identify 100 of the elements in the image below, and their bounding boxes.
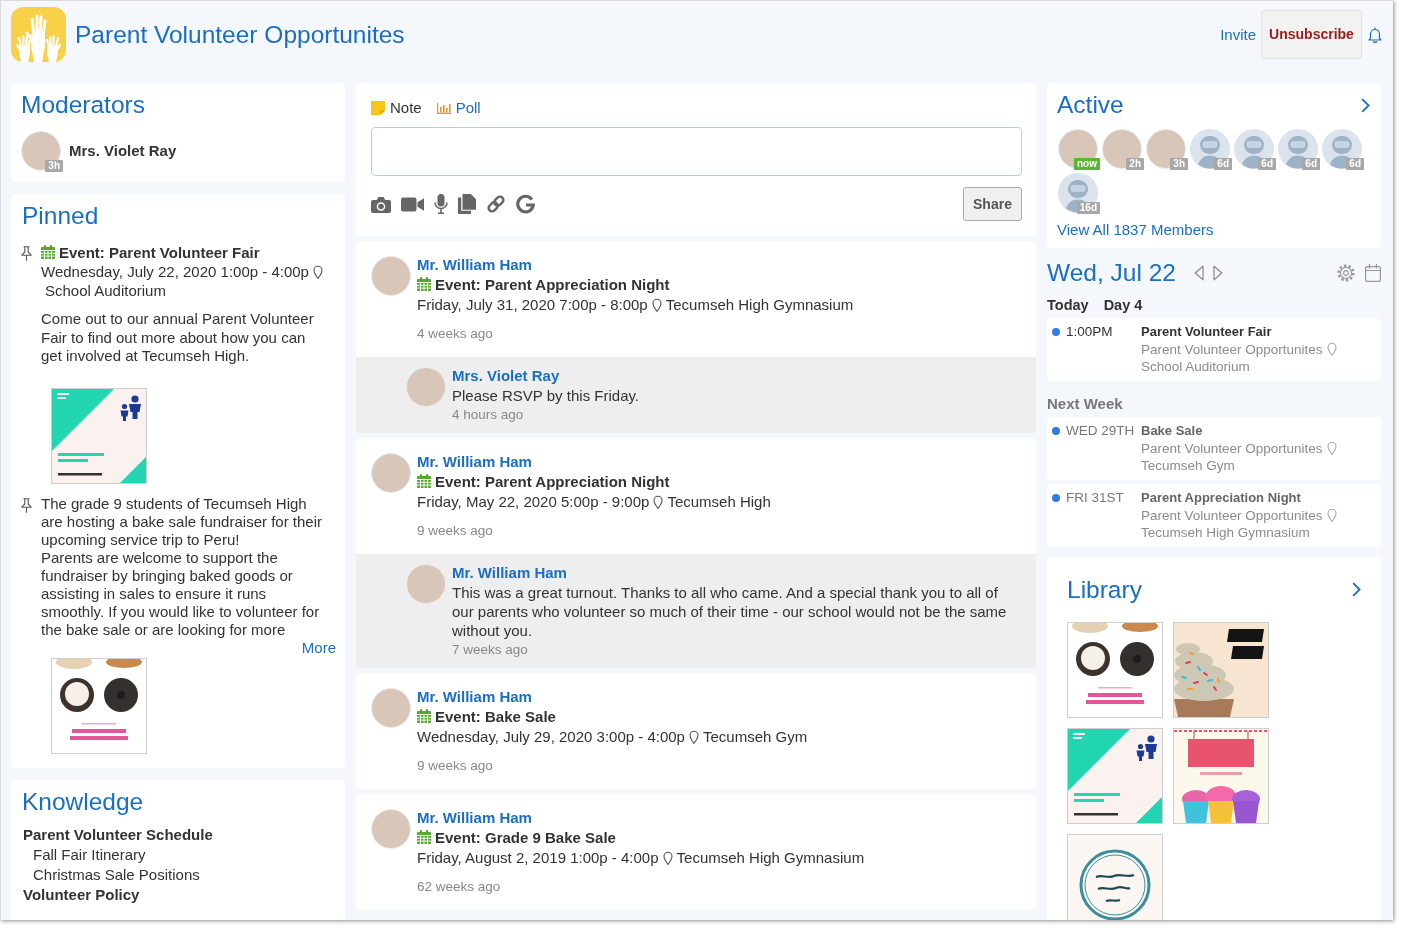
cupcake-banner-drawing[interactable]: [1173, 727, 1269, 824]
user-avatar: [21, 131, 61, 171]
section-heading: Pinned: [22, 201, 100, 231]
author-link[interactable]: Mr. William Ham: [417, 256, 532, 273]
cupcake-poster-drawing[interactable]: [1173, 621, 1269, 718]
author-link[interactable]: Mr. William Ham: [417, 809, 532, 826]
calendar-event-card[interactable]: 1:00PM Parent Volunteer Fair Parent Volunteer Opportunites School Auditorium: [1047, 318, 1381, 381]
location-pin-icon: [1326, 440, 1337, 455]
location-pin-icon: [1326, 507, 1337, 522]
store-logo-drawing[interactable]: [1067, 833, 1163, 920]
author-link[interactable]: Mr. William Ham: [452, 564, 567, 581]
donut-poster-drawing[interactable]: [1067, 621, 1163, 718]
today-label: Today: [1047, 296, 1089, 315]
video-camera-icon[interactable]: [401, 196, 424, 212]
author-link[interactable]: Mr. William Ham: [417, 688, 532, 705]
post-input-field[interactable]: [371, 127, 1022, 176]
reply-text: Please RSVP by this Friday.: [452, 386, 641, 405]
event-location: Tecumseh Gym: [1141, 458, 1235, 473]
section-heading: Active: [1057, 90, 1124, 120]
microphone-icon[interactable]: [434, 194, 448, 214]
location-pin-icon: [653, 495, 664, 509]
fair-poster-drawing[interactable]: [51, 387, 147, 484]
event-location: Tecumseh High Gymnasium: [665, 296, 854, 313]
event-time: FRI 31ST: [1066, 489, 1124, 507]
location-pin-icon: [688, 730, 699, 744]
location-pin-icon: [1326, 341, 1337, 356]
g-logo-icon[interactable]: [516, 194, 535, 214]
event-title[interactable]: Event: Parent Volunteer Fair: [59, 244, 260, 261]
event-time: WED 29TH: [1066, 422, 1135, 440]
view-all-members-link[interactable]: View All 1837 Members: [1057, 221, 1214, 238]
share-button[interactable]: Share: [963, 187, 1022, 221]
event-time: Friday, July 31, 2020 7:00p - 8:00p: [417, 296, 648, 313]
note-icon: [371, 101, 385, 115]
calendar-event-card[interactable]: WED 29TH Bake Sale Parent Volunteer Opportunites Tecumseh Gym: [1047, 417, 1381, 480]
event-title[interactable]: Event: Parent Appreciation Night: [435, 276, 670, 293]
event-title: Bake Sale: [1141, 423, 1203, 438]
post-time: 4 weeks ago: [417, 325, 494, 343]
user-avatar: [371, 809, 411, 849]
activity-badge: 6d: [1346, 158, 1364, 170]
caret-right-icon[interactable]: [1212, 265, 1223, 281]
event-time: Friday, August 2, 2019 1:00p - 4:00p: [417, 849, 659, 866]
document-link[interactable]: Parent Volunteer Schedule: [23, 825, 213, 845]
section-heading: Knowledge: [22, 787, 145, 817]
activity-badge: 3h: [1170, 158, 1188, 170]
composer-tab[interactable]: Note: [371, 98, 422, 118]
activity-badge: 3h: [45, 160, 63, 172]
reply-time: 4 hours ago: [452, 406, 525, 424]
user-avatar[interactable]: [1058, 129, 1098, 169]
event-description: Come out to our annual Parent Volunteer Fair to find out more about how you can get involved at Tecumseh High.: [41, 310, 315, 366]
post-time: 9 weeks ago: [417, 522, 494, 540]
calendar-icon[interactable]: [1365, 264, 1381, 282]
event-location: Tecumseh High Gymnasium: [676, 849, 865, 866]
event-title[interactable]: Event: Parent Appreciation Night: [435, 473, 670, 490]
author-link[interactable]: Mrs. Violet Ray: [452, 367, 560, 384]
reply-text: This was a great turnout. Thanks to all who came. And a special thank you to all of our parents who volunteer so much of their time - our school would not be the same without you.: [452, 583, 1008, 640]
post-text: Parents are welcome to support the fundraiser by bringing baked goods or assisting in sales to ensure it runs smoothly. If you would like to volunteer for the bake sale or are looking for more: [41, 548, 321, 639]
moderator-name[interactable]: Mrs. Violet Ray: [69, 141, 177, 161]
documents-icon[interactable]: [458, 194, 476, 214]
calendar-event-card[interactable]: FRI 31ST Parent Appreciation Night Parent Volunteer Opportunites Tecumseh High Gymnasium: [1047, 484, 1381, 547]
section-label: Next Week: [1047, 393, 1124, 414]
author-link[interactable]: Mr. William Ham: [417, 453, 532, 470]
chevron-right-icon[interactable]: [1352, 582, 1361, 597]
activity-badge: 6d: [1258, 158, 1276, 170]
chevron-right-icon[interactable]: [1361, 97, 1370, 113]
document-link[interactable]: Volunteer Policy: [23, 885, 140, 905]
composer-tab[interactable]: Poll: [436, 98, 481, 118]
link-icon[interactable]: [486, 194, 506, 214]
donut-poster-drawing[interactable]: [51, 658, 147, 754]
event-location: Tecumseh Gym: [702, 728, 808, 745]
user-avatar: [406, 564, 446, 604]
calendar-icon: [417, 709, 431, 723]
bar-chart-icon: [436, 102, 451, 114]
event-time: Wednesday, July 29, 2020 3:00p - 4:00p: [417, 728, 685, 745]
calendar-icon: [417, 277, 431, 291]
more-link[interactable]: More: [301, 638, 336, 656]
invite-link[interactable]: Invite: [1220, 24, 1256, 45]
fair-poster-drawing[interactable]: [1067, 727, 1163, 824]
post-time: 62 weeks ago: [417, 878, 502, 896]
pushpin-icon[interactable]: [20, 497, 33, 513]
event-title: Parent Appreciation Night: [1141, 490, 1301, 505]
activity-badge: 16d: [1076, 202, 1100, 214]
bell-icon[interactable]: [1368, 26, 1382, 43]
section-heading: Moderators: [21, 90, 146, 120]
settings-icon[interactable]: [1337, 264, 1355, 282]
camera-icon[interactable]: [371, 195, 391, 213]
day-label: Day 4: [1103, 296, 1143, 315]
pushpin-icon[interactable]: [20, 246, 33, 261]
unsubscribe-button[interactable]: Unsubscribe: [1261, 10, 1362, 59]
event-title[interactable]: Event: Grade 9 Bake Sale: [435, 829, 616, 846]
event-title[interactable]: Event: Bake Sale: [435, 708, 556, 725]
caret-left-icon[interactable]: [1193, 265, 1204, 281]
calendar-icon: [41, 245, 55, 259]
user-avatar: [371, 453, 411, 493]
document-link[interactable]: Fall Fair Itinerary: [33, 845, 146, 865]
group-name: Parent Volunteer Opportunites: [1141, 507, 1323, 523]
document-link[interactable]: Christmas Sale Positions: [33, 865, 200, 885]
user-avatar: [371, 688, 411, 728]
calendar-date: Wed, Jul 22: [1047, 258, 1176, 288]
user-avatar: [371, 256, 411, 296]
event-location: Tecumseh High: [667, 493, 771, 510]
